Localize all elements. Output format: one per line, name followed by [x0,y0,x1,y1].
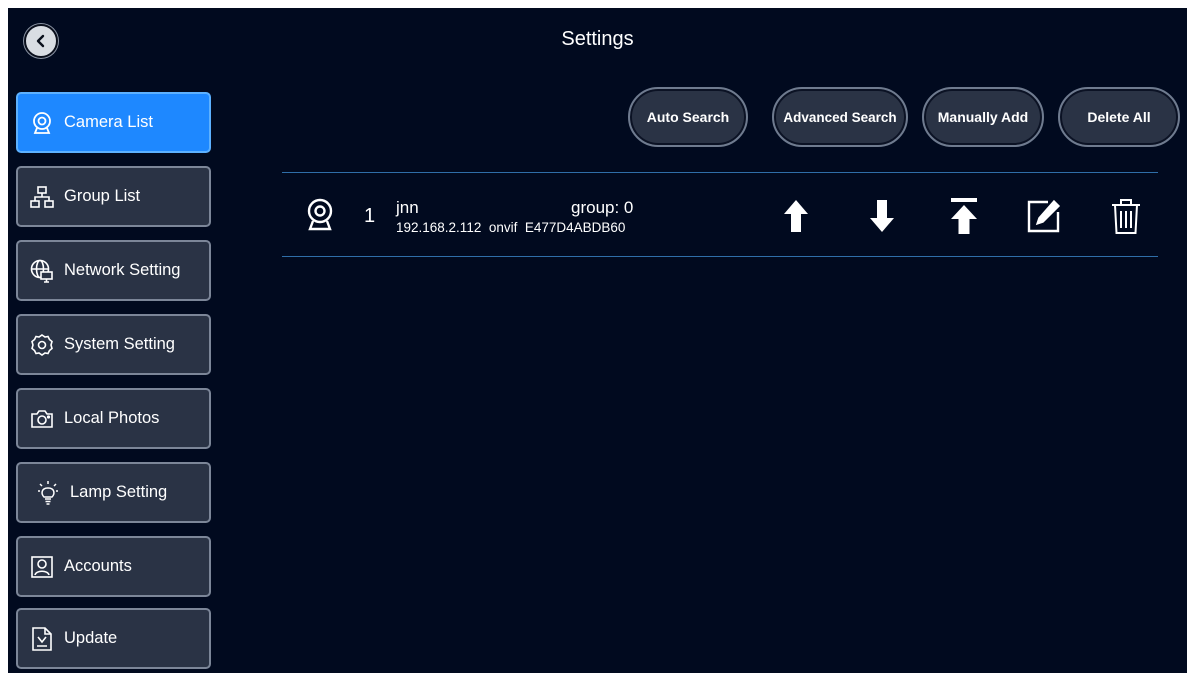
sidebar-item-label: Accounts [64,557,132,575]
sidebar-item-network-setting[interactable]: Network Setting [16,240,211,301]
sidebar-item-label: Local Photos [64,409,160,427]
list-divider-top [282,172,1158,173]
camera-details: 192.168.2.112 onvif E477D4ABDB60 [396,220,626,235]
move-down-button[interactable] [864,196,900,236]
page-title: Settings [561,28,634,50]
webcam-icon [306,198,334,232]
camera-group: group: 0 [571,198,634,217]
move-to-top-button[interactable] [946,196,982,236]
move-up-button[interactable] [778,196,814,236]
sidebar-item-local-photos[interactable]: Local Photos [16,388,211,449]
auto-search-button[interactable]: Auto Search [628,87,748,147]
sidebar-item-group-list[interactable]: Group List [16,166,211,227]
sidebar-item-label: Update [64,629,118,647]
edit-icon [1027,199,1061,233]
edit-camera-button[interactable] [1026,196,1062,236]
download-document-icon [30,626,54,651]
camera-index: 1 [364,205,376,227]
advanced-search-button[interactable]: Advanced Search [772,87,908,147]
sidebar-item-accounts[interactable]: Accounts [16,536,211,597]
list-divider-bottom [282,256,1158,257]
gear-icon [30,333,54,357]
hierarchy-icon [30,185,54,209]
move-to-top-icon [951,198,977,234]
sidebar-item-camera-list[interactable]: Camera List [16,92,211,153]
sidebar-item-update[interactable]: Update [16,608,211,669]
delete-all-button[interactable]: Delete All [1058,87,1180,147]
delete-camera-button[interactable] [1108,196,1144,236]
globe-monitor-icon [30,259,54,283]
sidebar-item-system-setting[interactable]: System Setting [16,314,211,375]
sidebar-item-label: Lamp Setting [70,483,168,501]
webcam-icon [30,111,54,135]
lightbulb-icon [36,480,60,505]
settings-screen: Settings Camera List Group List Network … [8,8,1187,673]
user-icon [30,555,54,579]
sidebar-item-label: System Setting [64,335,175,353]
camera-icon [30,407,54,431]
arrow-up-icon [784,200,808,232]
sidebar-item-label: Camera List [64,113,153,131]
camera-name: jnn [396,198,419,217]
sidebar-item-lamp-setting[interactable]: Lamp Setting [16,462,211,523]
camera-row[interactable]: 1 jnn group: 0 192.168.2.112 onvif E477D… [282,176,1158,256]
sidebar-item-label: Group List [64,187,141,205]
sidebar-item-label: Network Setting [64,261,181,279]
arrow-down-icon [870,200,894,232]
manually-add-button[interactable]: Manually Add [922,87,1044,147]
trash-icon [1112,199,1140,234]
